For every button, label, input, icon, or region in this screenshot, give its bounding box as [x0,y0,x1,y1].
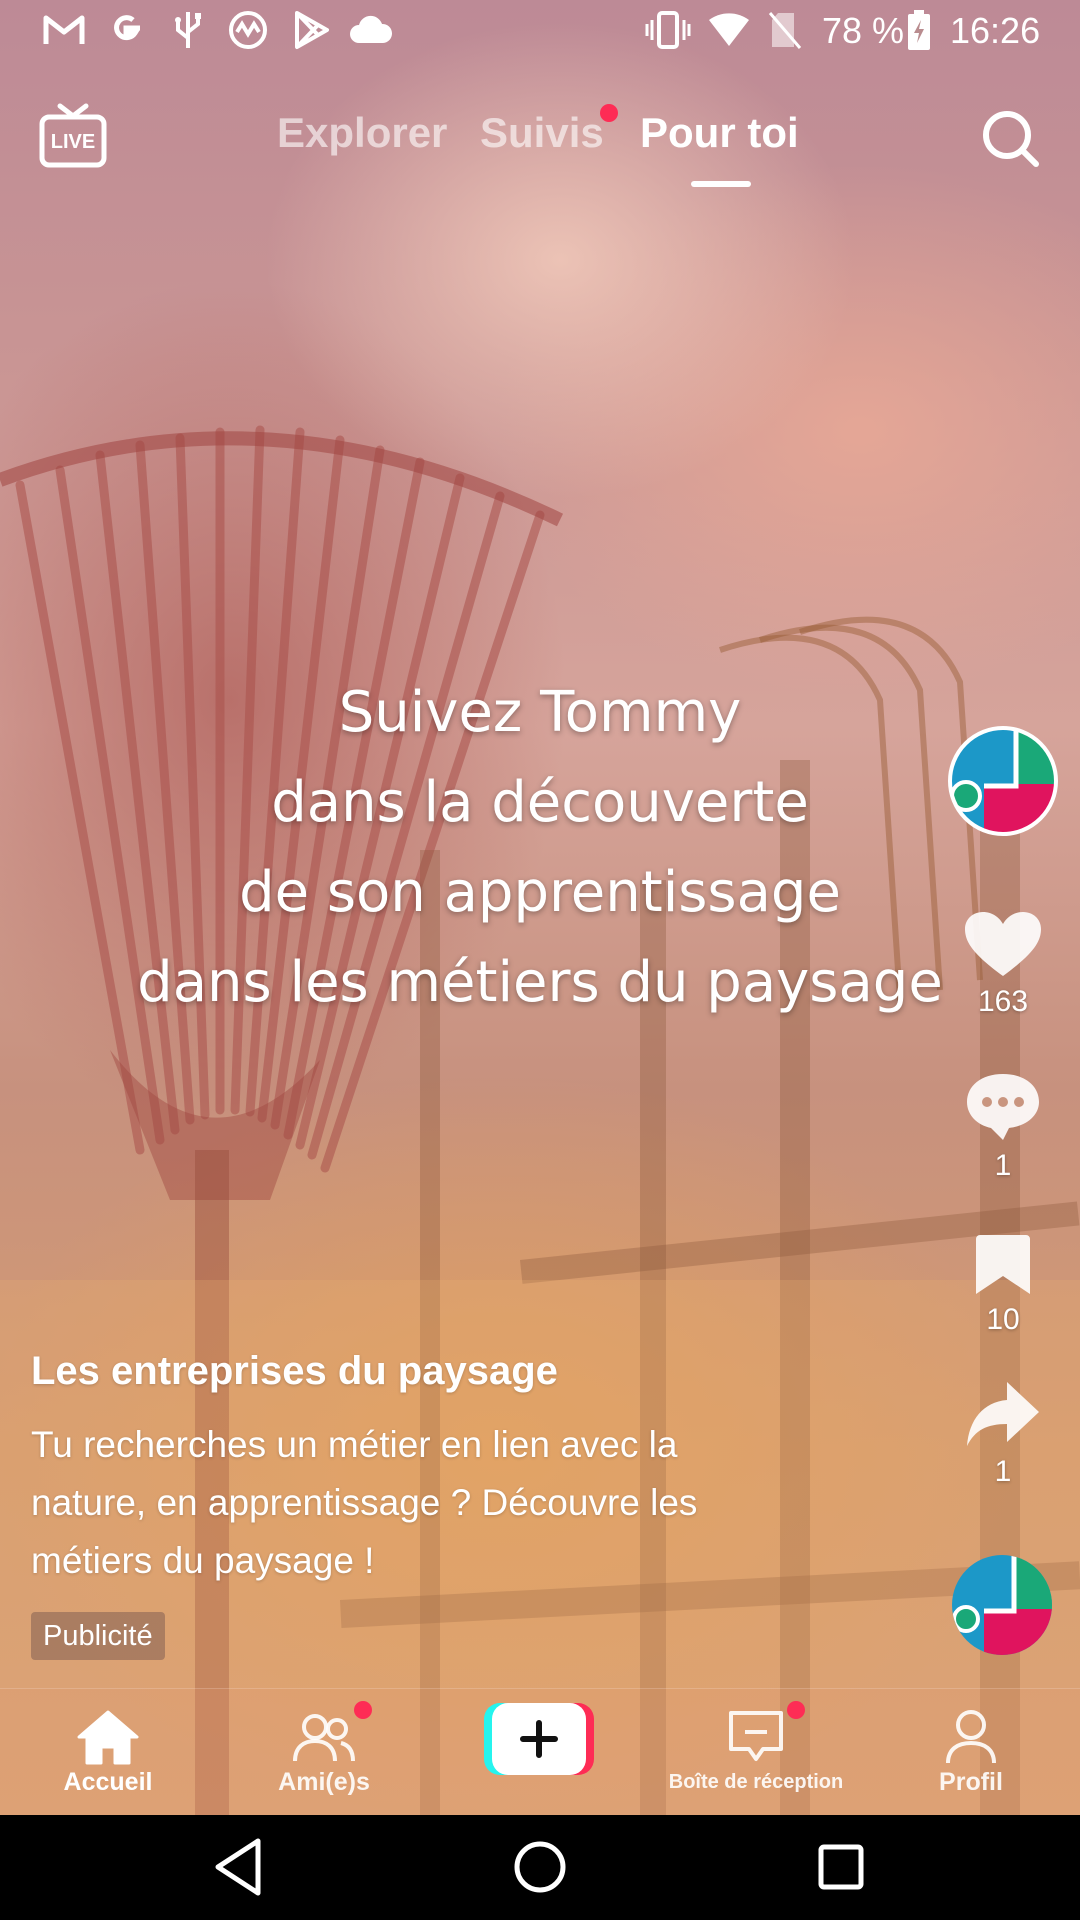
caption-line: dans la découverte [271,770,809,835]
app-screen: 78 % 16:26 LIVE Explorer Suivis Pour toi… [0,0,1080,1920]
bookmark-icon [976,1235,1030,1294]
system-nav-buttons [215,1838,864,1896]
share-count: 1 [994,1455,1012,1488]
battery-charging-icon [904,10,934,50]
inbox-notification-dot [787,1701,805,1719]
inbox-icon [729,1711,783,1761]
nav-inbox[interactable]: Boîte de réception [628,1689,884,1816]
tab-pour-toi[interactable]: Pour toi [640,108,799,158]
nav-friends[interactable]: Ami(e)s [244,1689,404,1816]
create-button[interactable] [484,1703,594,1775]
creator-avatar[interactable] [948,726,1058,836]
google-icon [106,10,146,50]
sponsored-badge: Publicité [31,1612,165,1660]
search-button[interactable] [980,108,1042,170]
heart-icon [965,912,1041,976]
app-icon [226,10,270,50]
nav-home[interactable]: Accueil [28,1689,188,1816]
caption-line: Suivez Tommy [338,680,742,745]
friends-icon [293,1714,355,1762]
battery-percentage: 78 % [822,10,905,51]
music-disc-logo-icon [952,1555,1052,1655]
nav-friends-label: Ami(e)s [278,1768,370,1796]
suivis-notification-dot [600,104,618,122]
save-count: 10 [986,1303,1020,1336]
comment-button[interactable]: 1 [940,1070,1066,1183]
share-button[interactable]: 1 [940,1378,1066,1489]
active-tab-indicator [691,181,751,187]
save-button[interactable]: 10 [940,1232,1066,1337]
nav-inbox-label: Boîte de réception [668,1771,844,1793]
like-count: 163 [977,985,1029,1018]
tab-suivis[interactable]: Suivis [480,108,604,158]
clock: 16:26 [950,10,1041,51]
plus-icon [484,1703,594,1775]
video-caption: Suivez Tommy dans la découverte de son a… [40,668,1040,1028]
recents-icon[interactable] [818,1844,864,1890]
usb-icon [168,10,208,50]
status-bar: 78 % 16:26 [0,0,1080,62]
home-circle-icon[interactable] [514,1841,566,1893]
no-sim-icon [766,10,804,50]
friends-notification-dot [354,1701,372,1719]
post-description: Tu recherches un métier en lien avec la … [31,1424,698,1581]
creator-logo-icon [948,726,1058,836]
vibrate-icon [644,10,692,50]
back-icon[interactable] [215,1838,261,1896]
comment-count: 1 [994,1149,1012,1182]
gmail-icon [42,10,86,50]
feed-tabs: Explorer Suivis Pour toi [0,100,1080,190]
comment-icon [967,1074,1039,1140]
profile-icon [946,1710,996,1764]
android-nav-bar [0,1815,1080,1920]
music-disc[interactable] [950,1553,1054,1657]
share-arrow-icon [967,1382,1039,1446]
nav-home-label: Accueil [63,1768,153,1796]
home-icon [77,1710,139,1765]
nav-profile-label: Profil [939,1768,1003,1796]
search-icon [983,111,1039,167]
play-store-icon [290,10,334,50]
caption-line: de son apprentissage [239,860,841,925]
author-name[interactable]: Les entreprises du paysage [31,1346,558,1396]
caption-line: dans les métiers du paysage [137,950,943,1015]
cloud-icon [348,10,394,50]
nav-profile[interactable]: Profil [891,1689,1051,1816]
tab-explorer[interactable]: Explorer [277,108,447,158]
wifi-icon [706,10,752,50]
like-button[interactable]: 163 [940,910,1066,1019]
